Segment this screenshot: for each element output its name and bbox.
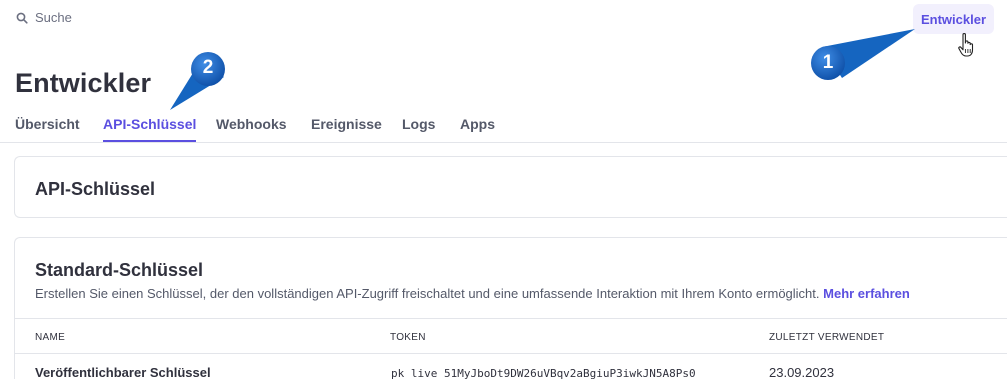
search-icon: [16, 12, 28, 24]
search-label: Suche: [35, 10, 72, 25]
key-token[interactable]: pk_live_51MyJboDt9DW26uVBqv2aBgiuP3iwkJN…: [391, 367, 696, 379]
standard-keys-card: Standard-Schlüssel Erstellen Sie einen S…: [14, 237, 1007, 379]
table-row[interactable]: Veröffentlichbarer Schlüssel pk_live_51M…: [15, 354, 1007, 379]
api-keys-card: API-Schlüssel: [14, 156, 1007, 218]
callout-1-number: 1: [822, 52, 834, 73]
standard-keys-heading: Standard-Schlüssel: [35, 260, 204, 280]
column-header-token: TOKEN: [390, 332, 426, 343]
tab-logs[interactable]: Logs: [402, 116, 435, 132]
learn-more-link[interactable]: Mehr erfahren: [823, 286, 910, 301]
tab-webhooks[interactable]: Webhooks: [216, 116, 287, 132]
hand-pointer-icon: [957, 32, 979, 63]
tab-apps[interactable]: Apps: [460, 116, 495, 132]
standard-keys-description: Erstellen Sie einen Schlüssel, der den v…: [35, 286, 910, 301]
key-last-used: 23.09.2023: [769, 365, 835, 379]
table-header: NAME TOKEN ZULETZT VERWENDET: [15, 318, 1007, 354]
tab-bar: Übersicht API-Schlüssel Webhooks Ereigni…: [0, 114, 1007, 143]
tab-api-keys[interactable]: API-Schlüssel: [103, 116, 197, 142]
developers-button[interactable]: Entwickler: [913, 4, 994, 34]
column-header-name: NAME: [35, 332, 66, 343]
search-bar[interactable]: Suche: [16, 10, 72, 25]
callout-2-number: 2: [202, 57, 214, 78]
key-name: Veröffentlichbarer Schlüssel: [35, 365, 211, 379]
page-title: Entwickler: [15, 68, 152, 98]
description-text: Erstellen Sie einen Schlüssel, der den v…: [35, 286, 820, 301]
api-keys-heading: API-Schlüssel: [35, 179, 156, 199]
column-header-last-used: ZULETZT VERWENDET: [769, 332, 885, 343]
tab-events[interactable]: Ereignisse: [311, 116, 382, 132]
tab-overview[interactable]: Übersicht: [15, 116, 80, 132]
